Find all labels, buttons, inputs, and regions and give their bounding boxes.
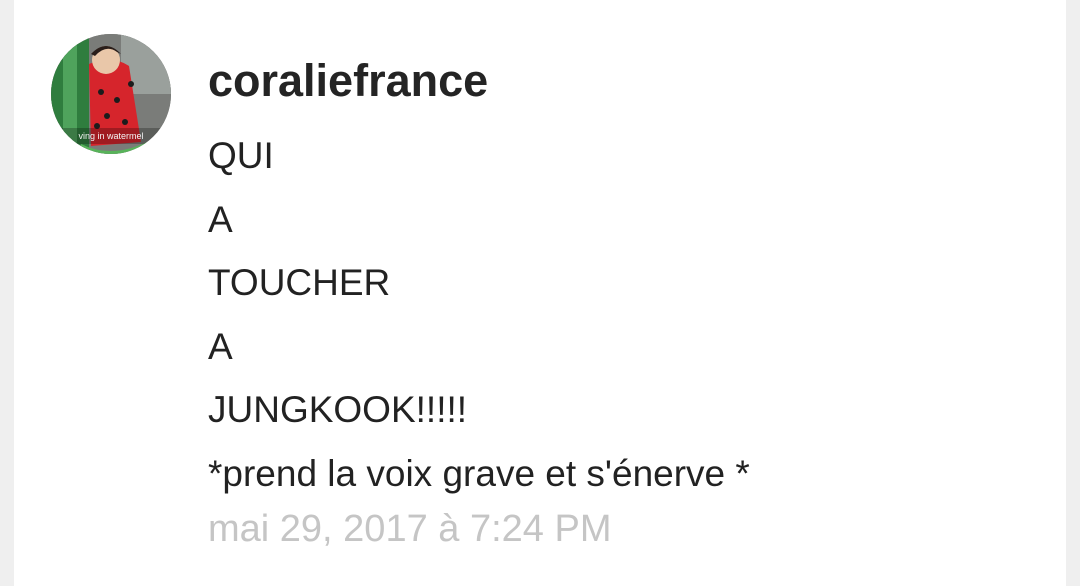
message-line: QUI <box>208 135 274 176</box>
avatar[interactable]: ving in watermel <box>51 34 171 154</box>
message-line: JUNGKOOK!!!!! <box>208 389 468 430</box>
comment-card: ving in watermel coraliefrance QUI A TOU… <box>14 0 1066 586</box>
message-line: A <box>208 198 233 240</box>
username[interactable]: coraliefrance <box>208 55 488 107</box>
comment-timestamp: mai 29, 2017 à 7:24 PM <box>208 508 612 550</box>
comment-message: QUI A TOUCHER A JUNGKOOK!!!!! *prend la … <box>208 127 1048 508</box>
avatar-caption: ving in watermel <box>78 131 144 141</box>
message-line: TOUCHER <box>208 262 391 303</box>
message-line: *prend la voix grave et s'énerve * <box>208 452 750 494</box>
message-line: A <box>208 325 233 367</box>
